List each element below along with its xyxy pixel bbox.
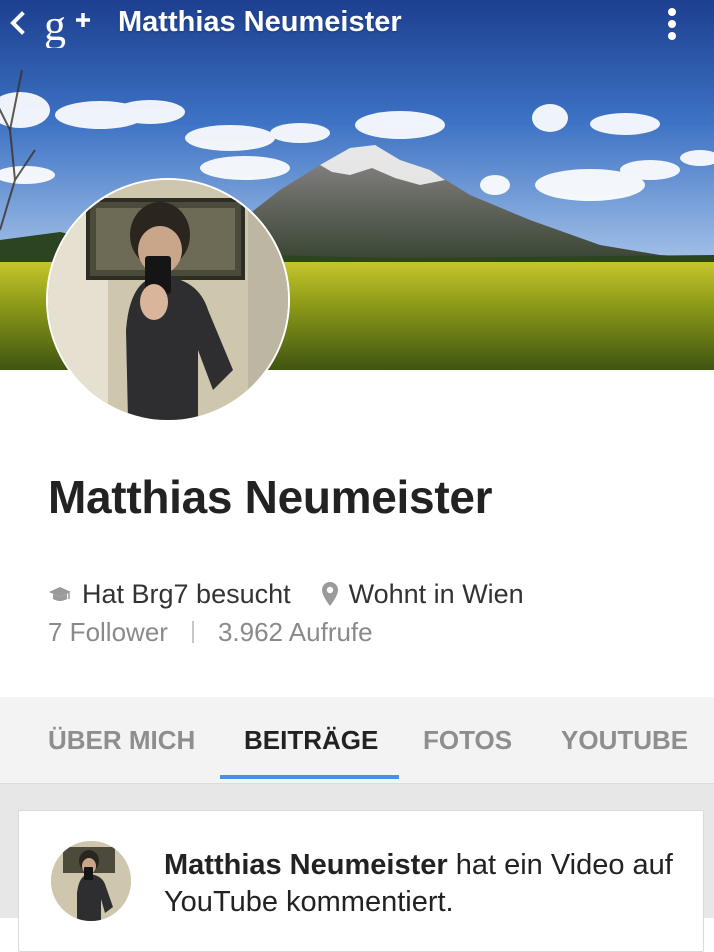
overflow-menu-icon[interactable]: [662, 4, 682, 44]
stats-divider: [191, 621, 194, 643]
tab-posts[interactable]: BEITRÄGE: [244, 697, 378, 783]
svg-text:g: g: [44, 2, 66, 48]
post-author-avatar[interactable]: [51, 841, 131, 921]
profile-facts: Hat Brg7 besucht Wohnt in Wien: [48, 575, 524, 613]
post-summary: Matthias Neumeister hat ein Video auf Yo…: [164, 847, 684, 921]
tab-photos[interactable]: FOTOS: [423, 697, 512, 783]
follower-count[interactable]: 7 Follower: [48, 617, 168, 648]
tab-about[interactable]: ÜBER MICH: [48, 697, 195, 783]
location-fact: Wohnt in Wien: [321, 579, 524, 610]
profile-name: Matthias Neumeister: [48, 471, 493, 523]
location-text: Wohnt in Wien: [348, 578, 524, 609]
active-tab-indicator: [220, 775, 399, 779]
profile-stats: 7 Follower 3.962 Aufrufe: [48, 614, 373, 650]
profile-tabs: ÜBER MICH BEITRÄGE FOTOS YOUTUBE: [0, 697, 714, 784]
app-bar: g Matthias Neumeister: [0, 0, 714, 50]
view-count: 3.962 Aufrufe: [217, 616, 373, 647]
app-bar-title: Matthias Neumeister: [118, 6, 402, 38]
post-card[interactable]: Matthias Neumeister hat ein Video auf Yo…: [18, 810, 704, 952]
post-feed: Matthias Neumeister hat ein Video auf Yo…: [0, 784, 714, 952]
google-plus-icon[interactable]: g: [42, 2, 94, 48]
post-author-name[interactable]: Matthias Neumeister: [164, 849, 448, 881]
graduation-cap-icon: [49, 587, 71, 601]
tab-youtube[interactable]: YOUTUBE: [561, 697, 688, 783]
profile-avatar[interactable]: [48, 180, 288, 420]
chevron-left-icon[interactable]: [6, 8, 28, 38]
education-text: Hat Brg7 besucht: [82, 578, 291, 609]
education-fact: Hat Brg7 besucht: [48, 579, 291, 610]
map-pin-icon: [321, 582, 338, 606]
